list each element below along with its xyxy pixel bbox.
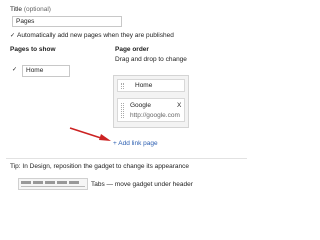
drag-handle-icon[interactable]: [121, 103, 124, 118]
title-label-text: Title: [10, 6, 23, 13]
title-label: Title (optional): [10, 6, 51, 13]
page-order-item-home[interactable]: Home: [117, 79, 185, 92]
red-arrow-icon: [69, 127, 111, 141]
add-link-page-link[interactable]: + Add link page: [113, 140, 158, 147]
title-input[interactable]: Pages: [12, 16, 122, 27]
gadget-settings: { "title_field": { "label": "Title", "no…: [0, 0, 253, 200]
auto-add-checkbox[interactable]: ✓: [10, 33, 15, 39]
page-order-list: Home Google X http://google.com: [113, 75, 189, 128]
title-optional-note: (optional): [23, 6, 51, 13]
page-order-item-url: http://google.com: [130, 112, 180, 119]
page-order-item-title: Google: [130, 102, 151, 109]
drag-handle-icon[interactable]: [121, 83, 124, 89]
pages-to-show-heading: Pages to show: [10, 46, 56, 53]
divider: [6, 158, 247, 159]
show-home-item: Home: [22, 65, 70, 77]
close-icon[interactable]: X: [177, 102, 181, 109]
auto-add-label: Automatically add new pages when they ar…: [17, 32, 174, 39]
page-order-item-google[interactable]: Google X http://google.com: [117, 98, 185, 122]
tip-text: Tip: In Design, reposition the gadget to…: [10, 163, 189, 170]
page-order-instructions: Drag and drop to change: [115, 56, 187, 63]
show-home-checkbox[interactable]: ✓: [12, 67, 17, 73]
page-order-item-title: Home: [135, 82, 153, 89]
page-order-heading: Page order: [115, 46, 149, 53]
tabs-layout-preview: [18, 178, 88, 190]
preview-caption: Tabs — move gadget under header: [91, 181, 193, 188]
